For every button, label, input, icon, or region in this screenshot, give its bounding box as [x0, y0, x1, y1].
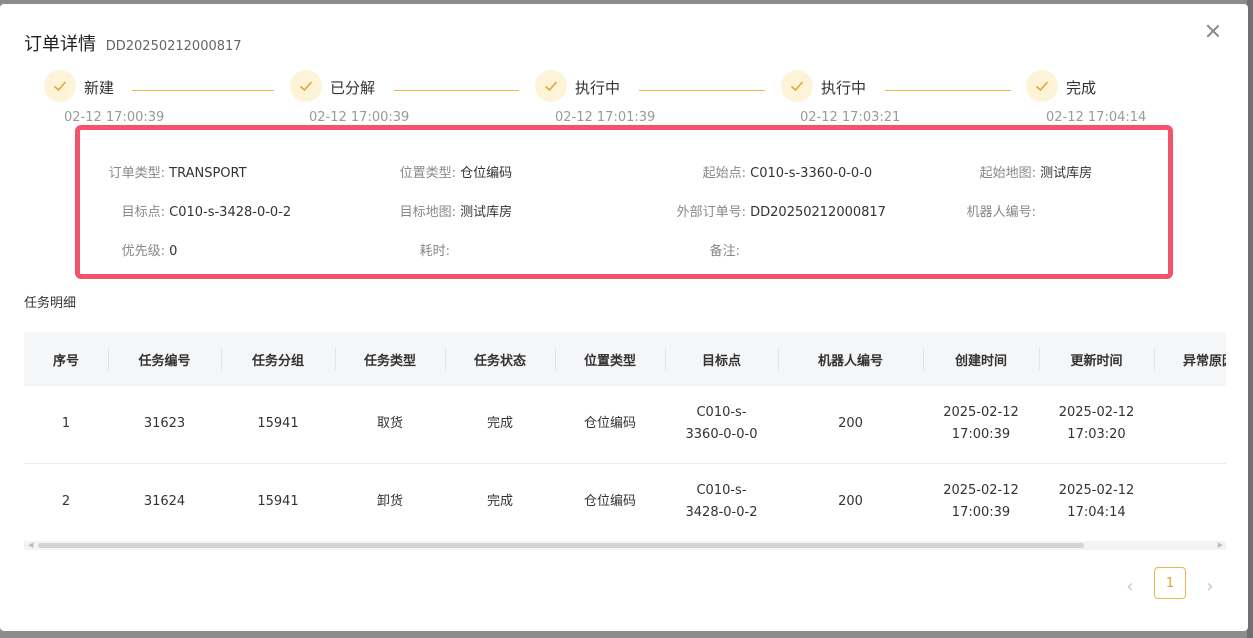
cell-status: 完成 — [486, 493, 513, 509]
cell-location-type: 仓位编码 — [583, 416, 636, 432]
cell-error — [1154, 386, 1226, 463]
table-row[interactable]: 1 31623 15941 取货 完成 仓位编码 C010-s- 3360-0-0… — [24, 386, 1226, 463]
column-header: 异常原因 — [1154, 332, 1226, 386]
cell-task-no: 31624 — [143, 493, 186, 509]
column-header: 更新时间 — [1039, 332, 1154, 386]
step-time: 02-12 17:00:39 — [309, 110, 410, 125]
order-info-panel: 订单类型: TRANSPORT 位置类型: 仓位编码 起始点: C010-s-3… — [75, 125, 1173, 279]
scroll-right-icon[interactable]: ▶ — [1218, 542, 1223, 549]
step-time: 02-12 17:01:39 — [555, 110, 656, 125]
next-page-icon[interactable]: › — [1202, 576, 1218, 597]
cell-updated: 2025-02-12 17:04:14 — [1058, 482, 1135, 520]
cell-target: C010-s- 3360-0-0-0 — [685, 405, 758, 443]
cell-index: 1 — [61, 416, 71, 432]
modal-title-text: 订单详情 — [24, 34, 96, 55]
info-target-point: 目标点: C010-s-3428-0-0-2 — [121, 205, 292, 220]
scroll-left-icon[interactable]: ◀ — [28, 542, 33, 549]
modal-order-number: DD20250212000817 — [105, 39, 242, 54]
check-icon — [1026, 70, 1058, 102]
info-location-type: 位置类型: 仓位编码 — [399, 166, 513, 181]
info-remark: 备注: — [709, 244, 740, 259]
info-external-order: 外部订单号: DD20250212000817 — [676, 205, 886, 220]
cell-robot: 200 — [838, 416, 863, 432]
column-header: 序号 — [52, 353, 79, 369]
info-robot-no: 机器人编号: — [966, 205, 1036, 220]
cell-updated: 2025-02-12 17:03:20 — [1058, 405, 1135, 443]
info-priority: 优先级: 0 — [121, 244, 178, 259]
step-connector — [885, 90, 1011, 91]
info-target-map: 目标地图: 测试库房 — [399, 205, 513, 220]
column-header: 任务类型 — [335, 332, 445, 386]
cell-robot: 200 — [838, 493, 863, 509]
order-progress-steps: 新建 02-12 17:00:39 已分解 02-12 17:00:39 执行中… — [0, 70, 1248, 130]
step-connector — [132, 90, 274, 91]
step-label: 执行中 — [821, 79, 867, 97]
cell-task-no: 31623 — [143, 416, 186, 432]
cell-status: 完成 — [486, 416, 513, 432]
task-section-title: 任务明细 — [24, 296, 77, 311]
step-time: 02-12 17:00:39 — [64, 110, 165, 125]
info-start-map: 起始地图: 测试库房 — [979, 166, 1093, 181]
cell-index: 2 — [61, 493, 71, 509]
check-icon — [290, 70, 322, 102]
table-horizontal-scrollbar[interactable]: ◀ ▶ — [24, 541, 1226, 550]
step-connector — [394, 90, 519, 91]
cell-group: 15941 — [257, 493, 299, 509]
table-header-row: 序号 任务编号 任务分组 任务类型 任务状态 位置类型 目标点 机器人编号 创建… — [24, 332, 1226, 386]
close-icon[interactable] — [1204, 22, 1222, 40]
step-label: 完成 — [1066, 79, 1097, 97]
cell-created: 2025-02-12 17:00:39 — [943, 405, 1019, 443]
cell-target: C010-s- 3428-0-0-2 — [685, 482, 758, 520]
cell-group: 15941 — [257, 416, 299, 432]
step-time: 02-12 17:03:21 — [800, 110, 901, 125]
check-icon — [535, 70, 567, 102]
step-time: 02-12 17:04:14 — [1046, 110, 1147, 125]
cell-location-type: 仓位编码 — [583, 493, 636, 509]
check-icon — [781, 70, 813, 102]
table-row[interactable]: 2 31624 15941 卸货 完成 仓位编码 C010-s- 3428-0-0… — [24, 463, 1226, 540]
step-label: 新建 — [84, 79, 115, 97]
cell-error — [1154, 463, 1226, 540]
prev-page-icon[interactable]: ‹ — [1122, 576, 1138, 597]
step-label: 执行中 — [575, 79, 621, 97]
order-detail-modal: 订单详情 DD20250212000817 新建 02-12 17:00:39 … — [0, 4, 1248, 631]
column-header: 目标点 — [665, 332, 778, 386]
column-header: 创建时间 — [923, 332, 1039, 386]
column-header: 任务状态 — [445, 332, 555, 386]
info-order-type: 订单类型: TRANSPORT — [108, 166, 247, 181]
info-duration: 耗时: — [419, 244, 450, 259]
cell-type: 卸货 — [376, 493, 403, 509]
modal-title: 订单详情 DD20250212000817 — [24, 30, 242, 56]
step-label: 已分解 — [330, 79, 376, 97]
info-start-point: 起始点: C010-s-3360-0-0-0 — [702, 166, 873, 181]
check-icon — [44, 70, 76, 102]
page-number-button[interactable]: 1 — [1154, 567, 1186, 599]
task-table: 序号 任务编号 任务分组 任务类型 任务状态 位置类型 目标点 机器人编号 创建… — [24, 332, 1226, 540]
column-header: 机器人编号 — [778, 332, 923, 386]
scroll-thumb[interactable] — [38, 543, 1084, 548]
step-connector — [639, 90, 765, 91]
column-header: 任务编号 — [108, 332, 221, 386]
column-header: 位置类型 — [555, 332, 665, 386]
column-header: 任务分组 — [221, 332, 335, 386]
cell-type: 取货 — [376, 416, 403, 432]
cell-created: 2025-02-12 17:00:39 — [943, 482, 1019, 520]
